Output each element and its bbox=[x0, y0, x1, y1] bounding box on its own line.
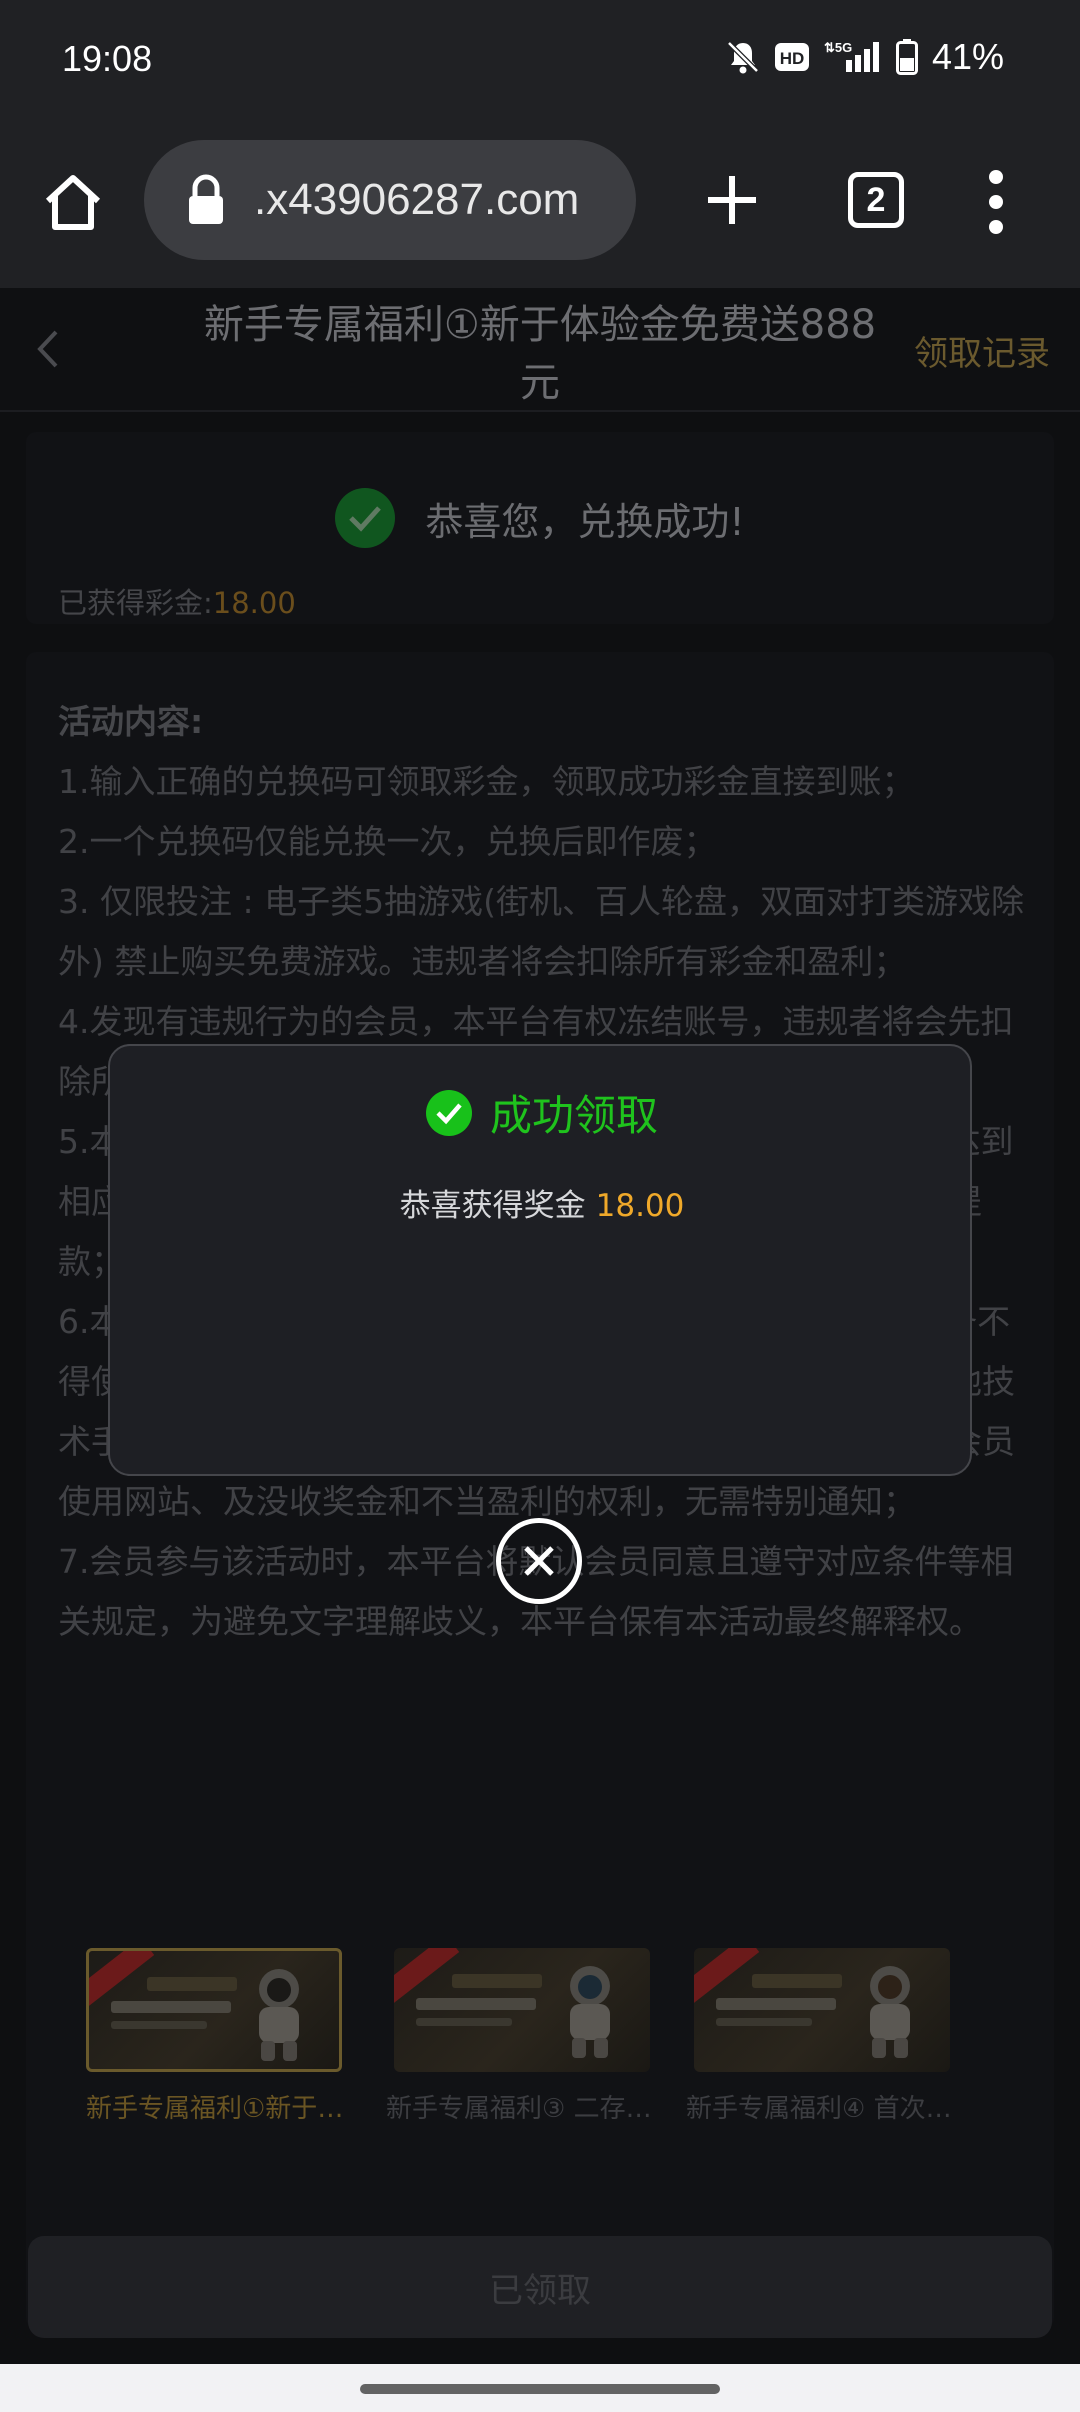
dialog-message: 恭喜获得奖金 18.00 bbox=[110, 1180, 974, 1225]
claimed-button[interactable]: 已领取 bbox=[28, 2236, 1052, 2338]
promo-label-3[interactable]: 新手专属福利④ 首次投注加赠8040元 bbox=[686, 2088, 956, 2125]
home-icon bbox=[45, 175, 101, 230]
promo-thumb-line bbox=[416, 2018, 512, 2026]
promo-thumb-2[interactable] bbox=[394, 1948, 650, 2072]
bell-off-icon bbox=[727, 41, 759, 74]
promo-thumb-line bbox=[716, 1998, 836, 2010]
hd-icon: HD bbox=[774, 43, 809, 71]
brand-logo bbox=[752, 1974, 842, 1988]
5g-signal-icon: ⇅5G bbox=[824, 40, 879, 72]
svg-text:HD: HD bbox=[780, 49, 805, 68]
dialog-amount: 18.00 bbox=[595, 1188, 685, 1224]
claim-records-link[interactable]: 领取记录 bbox=[914, 326, 1050, 375]
rule-item: 2.一个兑换码仅能兑换一次，兑换后即作废； bbox=[58, 822, 717, 861]
rule-item: 3. 仅限投注 : 电子类5抽游戏(街机、百人轮盘，双面对打类游戏除外) 禁止购… bbox=[58, 882, 1024, 981]
astronaut-image bbox=[870, 1966, 910, 2058]
promo-thumb-3[interactable] bbox=[694, 1948, 950, 2072]
dialog-title: 成功领取 bbox=[489, 1091, 658, 1140]
success-text: 恭喜您，兑换成功! bbox=[425, 499, 745, 544]
battery-percent: 41% bbox=[931, 36, 1004, 77]
address-bar[interactable]: .x43906287.com bbox=[144, 140, 636, 260]
astronaut-image bbox=[259, 1969, 299, 2061]
back-button[interactable] bbox=[30, 324, 70, 374]
earned-value: 18.00 bbox=[212, 586, 296, 620]
rules-title: 活动内容: bbox=[58, 702, 204, 741]
more-menu-button[interactable] bbox=[976, 164, 1016, 240]
home-button[interactable] bbox=[38, 164, 108, 240]
dialog-header: 成功领取 bbox=[110, 1082, 974, 1143]
gesture-handle[interactable] bbox=[360, 2384, 720, 2394]
rule-item: 1.输入正确的兑换码可领取彩金，领取成功彩金直接到账； bbox=[58, 762, 915, 801]
battery-icon bbox=[895, 39, 918, 75]
promo-label-1[interactable]: 新手专属福利①新于体验金免费送888元 bbox=[86, 2088, 356, 2125]
brand-logo bbox=[452, 1974, 542, 1988]
lock-icon bbox=[186, 174, 226, 226]
success-check-icon bbox=[335, 488, 396, 548]
menu-dot bbox=[989, 220, 1003, 234]
app-root: 19:08 HD ⇅5G 41% .x43906287.com 2 新手专属福利… bbox=[0, 0, 1080, 2412]
status-time: 19:08 bbox=[62, 38, 153, 79]
promo-thumbnails: 新手专属福利①新于体验金免费送888元 新手专属福利③ 二存/三存立返1888元 bbox=[0, 1948, 1080, 2128]
result-card: 恭喜您，兑换成功! 已获得彩金:18.00 bbox=[26, 432, 1054, 624]
success-dialog: 成功领取 恭喜获得奖金 18.00 bbox=[108, 1044, 972, 1476]
menu-dot bbox=[989, 170, 1003, 184]
promo-thumb-line bbox=[111, 2021, 207, 2029]
tabs-button[interactable]: 2 bbox=[848, 172, 904, 228]
back-arrow-icon bbox=[37, 330, 58, 368]
brand-logo bbox=[147, 1977, 237, 1991]
page-header: 新手专属福利①新于体验金免费送888元 领取记录 bbox=[0, 288, 1080, 412]
success-row: 恭喜您，兑换成功! bbox=[26, 488, 1054, 548]
browser-toolbar: .x43906287.com 2 bbox=[0, 124, 1080, 288]
promo-label-2[interactable]: 新手专属福利③ 二存/三存立返1888元 bbox=[386, 2088, 656, 2125]
dialog-close-button[interactable] bbox=[496, 1518, 582, 1604]
system-nav-bar bbox=[0, 2364, 1080, 2412]
plus-icon bbox=[708, 176, 756, 224]
promo-thumb-1[interactable] bbox=[86, 1948, 342, 2072]
dialog-message-text: 恭喜获得奖金 bbox=[399, 1188, 586, 1224]
page-title: 新手专属福利①新于体验金免费送888元 bbox=[203, 302, 877, 406]
new-tab-button[interactable] bbox=[702, 170, 762, 230]
status-icons: HD ⇅5G 41% bbox=[726, 36, 1004, 78]
promo-thumb-line bbox=[416, 1998, 536, 2010]
promo-thumb-line bbox=[716, 2018, 812, 2026]
check-circle-icon bbox=[425, 1089, 472, 1136]
promo-thumb-line bbox=[111, 2001, 231, 2013]
earned-label: 已获得彩金: bbox=[58, 586, 213, 620]
earned-amount: 已获得彩金:18.00 bbox=[58, 580, 296, 622]
astronaut-image bbox=[570, 1966, 610, 2058]
menu-dot bbox=[989, 195, 1003, 209]
status-bar: 19:08 HD ⇅5G 41% bbox=[0, 0, 1080, 124]
url-text: .x43906287.com bbox=[254, 175, 580, 224]
svg-text:⇅5G: ⇅5G bbox=[824, 40, 852, 55]
close-icon bbox=[524, 1546, 554, 1576]
